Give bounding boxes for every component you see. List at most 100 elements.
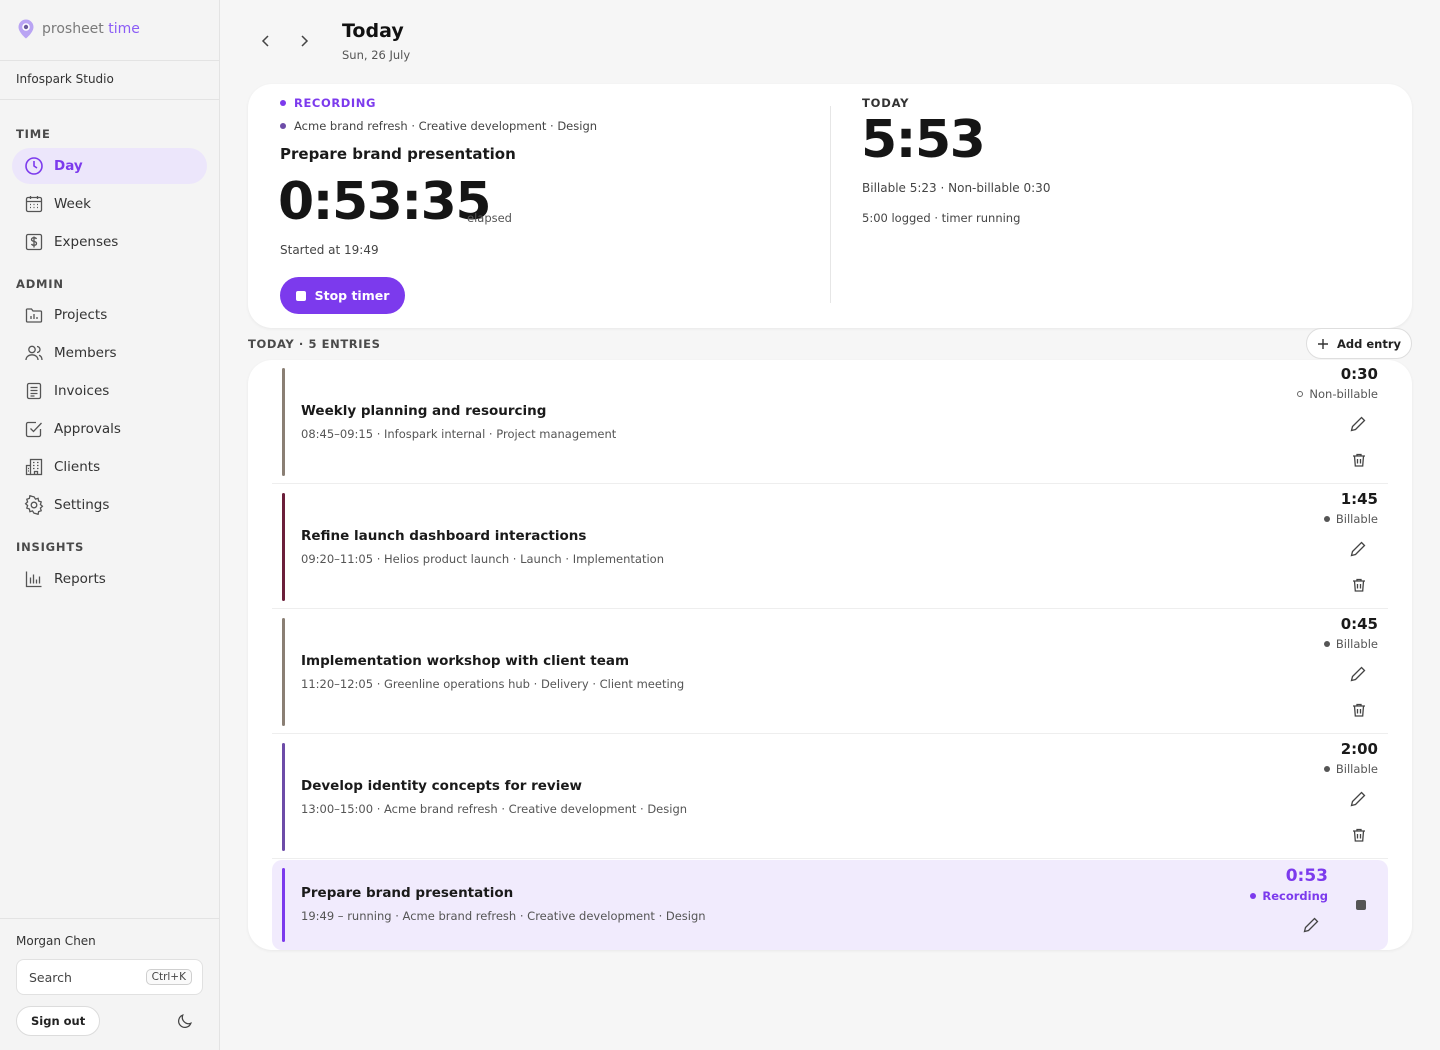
project-color-bar xyxy=(282,743,285,851)
billable-status: Non-billable xyxy=(1297,387,1378,401)
document-icon xyxy=(26,382,42,400)
search-label: Search xyxy=(29,969,72,985)
entry-title: Weekly planning and resourcing xyxy=(301,403,547,419)
pencil-icon[interactable] xyxy=(1349,540,1367,558)
entry-title: Refine launch dashboard interactions xyxy=(301,528,587,544)
calendar-icon xyxy=(25,196,43,213)
entry-duration: 0:53 xyxy=(1285,866,1328,886)
project-color-dot xyxy=(280,123,286,129)
entry-title: Prepare brand presentation xyxy=(301,885,514,901)
gear-icon xyxy=(24,495,44,515)
check-square-icon xyxy=(25,421,42,438)
bar-chart-icon xyxy=(25,571,42,588)
plus-icon xyxy=(1317,338,1328,349)
user-name: Morgan Chen xyxy=(16,934,96,948)
sidebar-item-label: Reports xyxy=(54,571,106,587)
today-label: TODAY xyxy=(862,96,910,110)
list-item[interactable]: Implementation workshop with client team… xyxy=(272,610,1388,734)
entry-meta: 08:45–09:15 · Infospark internal · Proje… xyxy=(301,427,617,441)
entry-meta: 11:20–12:05 · Greenline operations hub ·… xyxy=(301,677,685,691)
dot-icon xyxy=(1323,766,1330,772)
add-entry-button[interactable]: Add entry xyxy=(1306,328,1412,359)
dollar-icon xyxy=(25,233,43,251)
page-title: Today xyxy=(342,20,404,42)
sidebar-item-approvals[interactable]: Approvals xyxy=(12,411,207,447)
elapsed-label: elapsed xyxy=(467,211,512,225)
billable-summary: Billable 5:23 · Non-billable 0:30 xyxy=(862,181,1051,195)
sidebar-item-invoices[interactable]: Invoices xyxy=(12,373,207,409)
sidebar-item-label: Week xyxy=(54,196,91,212)
users-icon xyxy=(25,345,43,361)
logged-summary: 5:00 logged · timer running xyxy=(862,211,1021,225)
stop-icon[interactable] xyxy=(1356,900,1366,910)
chevron-left-icon[interactable] xyxy=(257,32,275,50)
moon-icon[interactable] xyxy=(176,1012,194,1030)
entries-header: TODAY · 5 ENTRIES xyxy=(248,337,381,351)
divider xyxy=(830,106,831,303)
entry-duration: 0:45 xyxy=(1340,615,1378,633)
app-logo[interactable]: prosheet time xyxy=(16,18,140,40)
list-item[interactable]: Refine launch dashboard interactions 09:… xyxy=(272,485,1388,609)
recording-meta: Acme brand refresh · Creative developmen… xyxy=(280,119,597,133)
brand-name: prosheet time xyxy=(42,21,140,37)
divider xyxy=(0,60,219,61)
entry-title: Develop identity concepts for review xyxy=(301,778,582,794)
stop-timer-button[interactable]: Stop timer xyxy=(280,277,405,314)
entry-meta: 13:00–15:00 · Acme brand refresh · Creat… xyxy=(301,802,688,816)
recording-dot xyxy=(280,100,286,106)
search-input[interactable]: Search Ctrl+K xyxy=(16,959,203,995)
list-item-recording[interactable]: Prepare brand presentation 19:49 – runni… xyxy=(272,860,1388,950)
stop-icon xyxy=(295,290,306,301)
sidebar-item-day[interactable]: Day xyxy=(12,148,207,184)
pencil-icon[interactable] xyxy=(1349,790,1367,808)
list-item[interactable]: Develop identity concepts for review 13:… xyxy=(272,735,1388,859)
sidebar-item-week[interactable]: Week xyxy=(12,186,207,222)
sidebar-item-settings[interactable]: Settings xyxy=(12,487,207,523)
sidebar-item-reports[interactable]: Reports xyxy=(12,561,207,597)
entry-meta: 19:49 – running · Acme brand refresh · C… xyxy=(301,909,706,923)
building-icon xyxy=(25,458,43,476)
divider xyxy=(0,918,219,919)
project-color-bar xyxy=(282,618,285,726)
trash-icon[interactable] xyxy=(1351,702,1367,718)
trash-icon[interactable] xyxy=(1351,577,1367,593)
list-item[interactable]: Weekly planning and resourcing 08:45–09:… xyxy=(272,360,1388,484)
pencil-icon[interactable] xyxy=(1349,665,1367,683)
pencil-icon[interactable] xyxy=(1349,415,1367,433)
sidebar-item-label: Expenses xyxy=(54,234,119,250)
trash-icon[interactable] xyxy=(1351,452,1367,468)
sidebar-item-label: Day xyxy=(54,158,83,174)
project-color-bar xyxy=(282,368,285,476)
sign-out-button[interactable]: Sign out xyxy=(16,1006,101,1036)
sidebar-item-label: Settings xyxy=(54,497,110,513)
sidebar-item-label: Clients xyxy=(54,459,101,475)
section-label-insights: INSIGHTS xyxy=(16,540,85,554)
location-pin-icon xyxy=(18,19,34,39)
chevron-right-icon[interactable] xyxy=(295,32,313,50)
project-color-bar xyxy=(282,868,285,942)
billable-status: Billable xyxy=(1323,512,1378,526)
search-shortcut: Ctrl+K xyxy=(145,969,192,985)
timer-card: RECORDING Acme brand refresh · Creative … xyxy=(248,84,1412,328)
folder-chart-icon xyxy=(25,308,43,323)
sidebar-item-projects[interactable]: Projects xyxy=(12,297,207,333)
entry-meta: 09:20–11:05 · Helios product launch · La… xyxy=(301,552,665,566)
section-label-time: TIME xyxy=(16,127,51,141)
sidebar-item-label: Projects xyxy=(54,307,108,323)
entry-duration: 1:45 xyxy=(1340,490,1378,508)
entry-duration: 0:30 xyxy=(1340,365,1378,383)
sidebar-item-expenses[interactable]: Expenses xyxy=(12,224,207,260)
sidebar-item-members[interactable]: Members xyxy=(12,335,207,371)
elapsed-timer: 0:53:35 xyxy=(278,172,492,232)
recording-label: RECORDING xyxy=(280,96,376,110)
clock-icon xyxy=(25,157,43,175)
pencil-icon[interactable] xyxy=(1302,916,1320,934)
started-at: Started at 19:49 xyxy=(280,243,379,257)
org-name[interactable]: Infospark Studio xyxy=(16,72,114,86)
dot-icon xyxy=(1323,641,1330,647)
dot-icon xyxy=(1250,893,1257,899)
trash-icon[interactable] xyxy=(1351,827,1367,843)
sidebar-item-label: Approvals xyxy=(54,421,121,437)
sidebar-item-label: Invoices xyxy=(54,383,110,399)
sidebar-item-clients[interactable]: Clients xyxy=(12,449,207,485)
